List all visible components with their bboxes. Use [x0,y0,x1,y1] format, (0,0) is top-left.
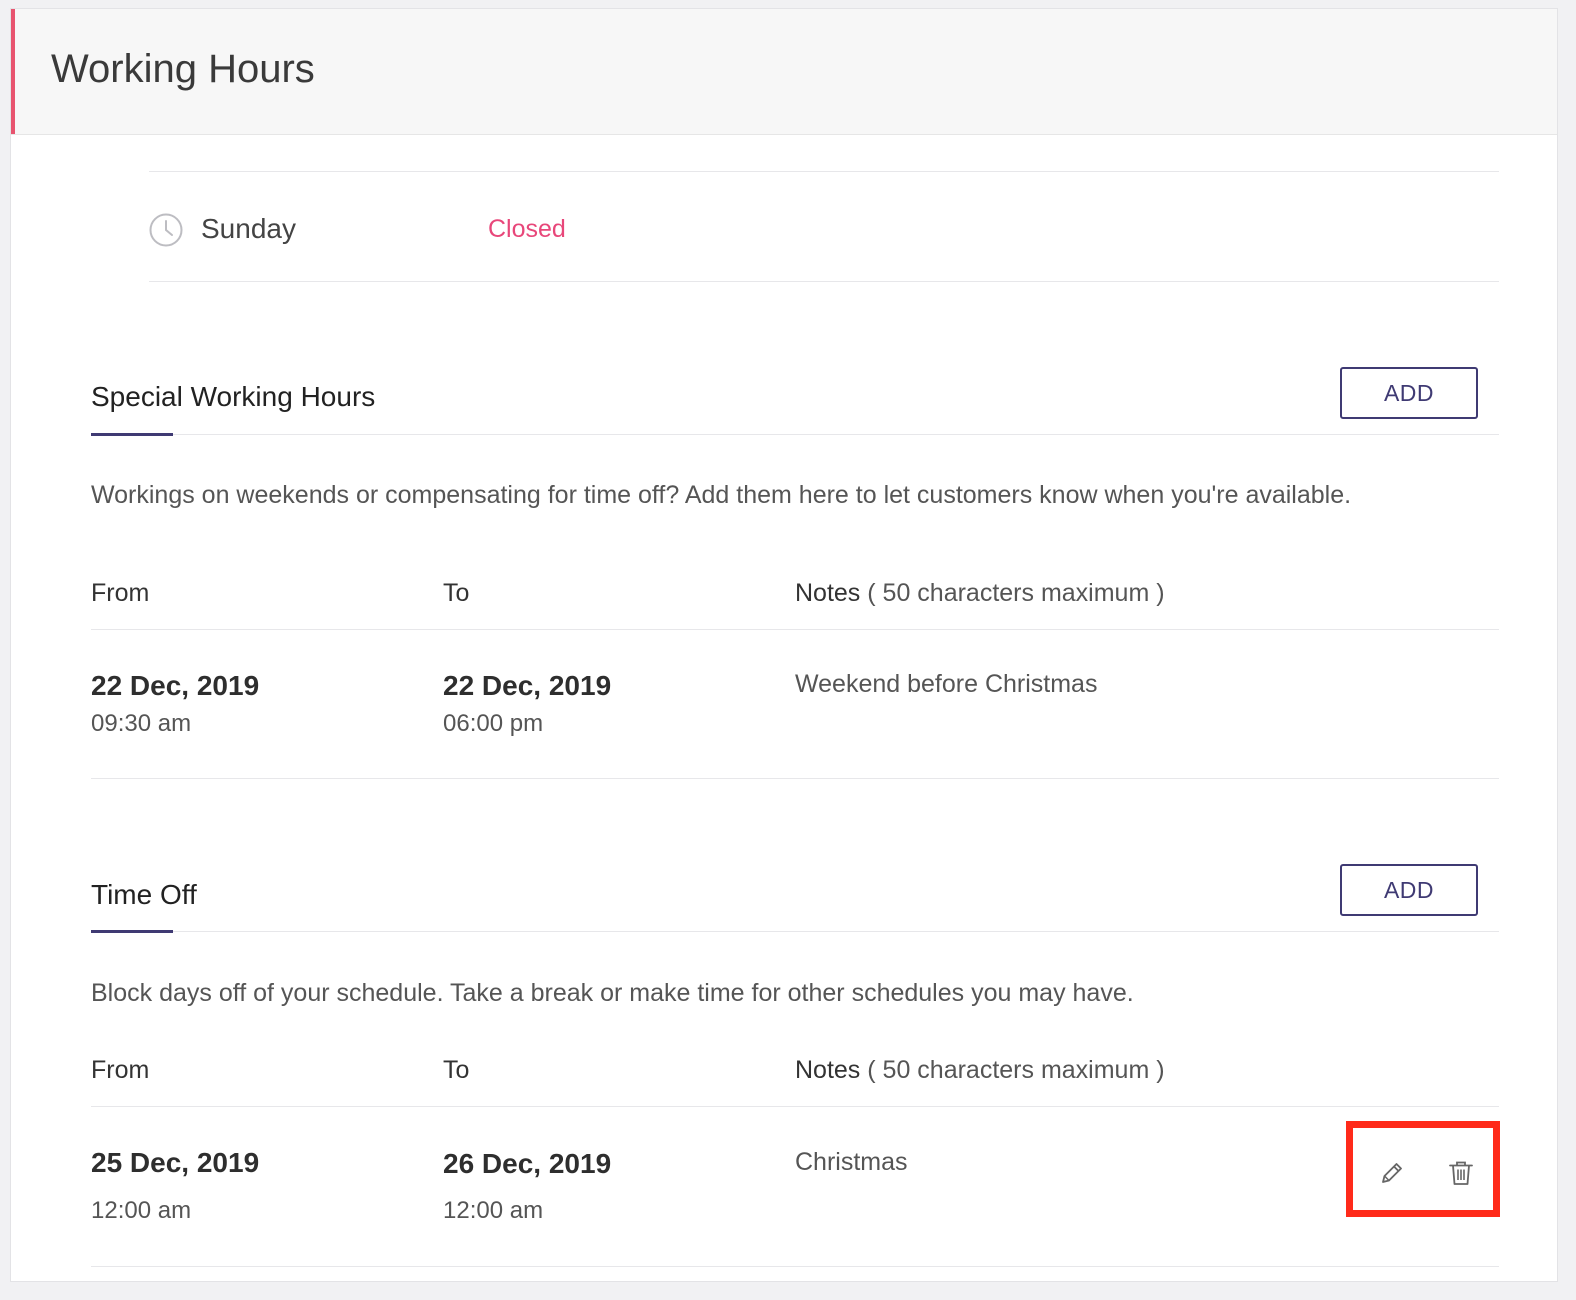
column-notes-label: Notes [795,1056,861,1084]
row-note: Christmas [795,1148,908,1176]
from-time: 09:30 am [91,710,192,737]
to-date: 26 Dec, 2019 [443,1148,612,1179]
weekday-status: Closed [488,215,566,243]
page-title: Working Hours [51,47,315,91]
time-off-title: Time Off [91,879,197,910]
section-divider [91,931,1499,932]
column-notes-hint: ( 50 characters maximum ) [867,1056,1165,1084]
column-notes-hint: ( 50 characters maximum ) [867,579,1165,607]
pencil-icon[interactable] [1377,1158,1407,1188]
column-from: From [91,1056,150,1084]
column-notes: Notes ( 50 characters maximum ) [795,1056,1165,1085]
from-date: 22 Dec, 2019 [91,670,260,701]
clock-icon [149,213,183,247]
column-to: To [443,1056,470,1084]
from-time: 12:00 am [91,1197,192,1224]
divider [149,281,1499,282]
divider [91,1266,1499,1267]
divider [91,1106,1499,1107]
section-divider [91,434,1499,435]
working-hours-card: Working Hours Sunday Closed Special Work… [10,8,1558,1282]
card-header: Working Hours [11,9,1557,135]
column-notes: Notes ( 50 characters maximum ) [795,579,1165,608]
add-special-hours-button[interactable]: ADD [1340,367,1478,419]
time-off-description: Block days off of your schedule. Take a … [91,979,1134,1007]
trash-icon[interactable] [1446,1158,1476,1188]
divider [91,778,1499,779]
column-from: From [91,579,150,607]
special-hours-title: Special Working Hours [91,381,376,412]
row-actions-highlight [1346,1121,1500,1217]
section-underline [91,930,173,933]
row-note: Weekend before Christmas [795,670,1098,698]
special-hours-description: Workings on weekends or compensating for… [91,481,1352,509]
add-time-off-button[interactable]: ADD [1340,864,1478,916]
to-time: 06:00 pm [443,710,544,737]
divider [91,629,1499,630]
divider [149,171,1499,172]
to-date: 22 Dec, 2019 [443,670,612,701]
to-time: 12:00 am [443,1197,544,1224]
section-underline [91,433,173,436]
column-notes-label: Notes [795,579,861,607]
column-to: To [443,579,470,607]
header-accent-bar [11,9,15,134]
from-date: 25 Dec, 2019 [91,1147,260,1178]
weekday-name: Sunday [201,213,296,244]
